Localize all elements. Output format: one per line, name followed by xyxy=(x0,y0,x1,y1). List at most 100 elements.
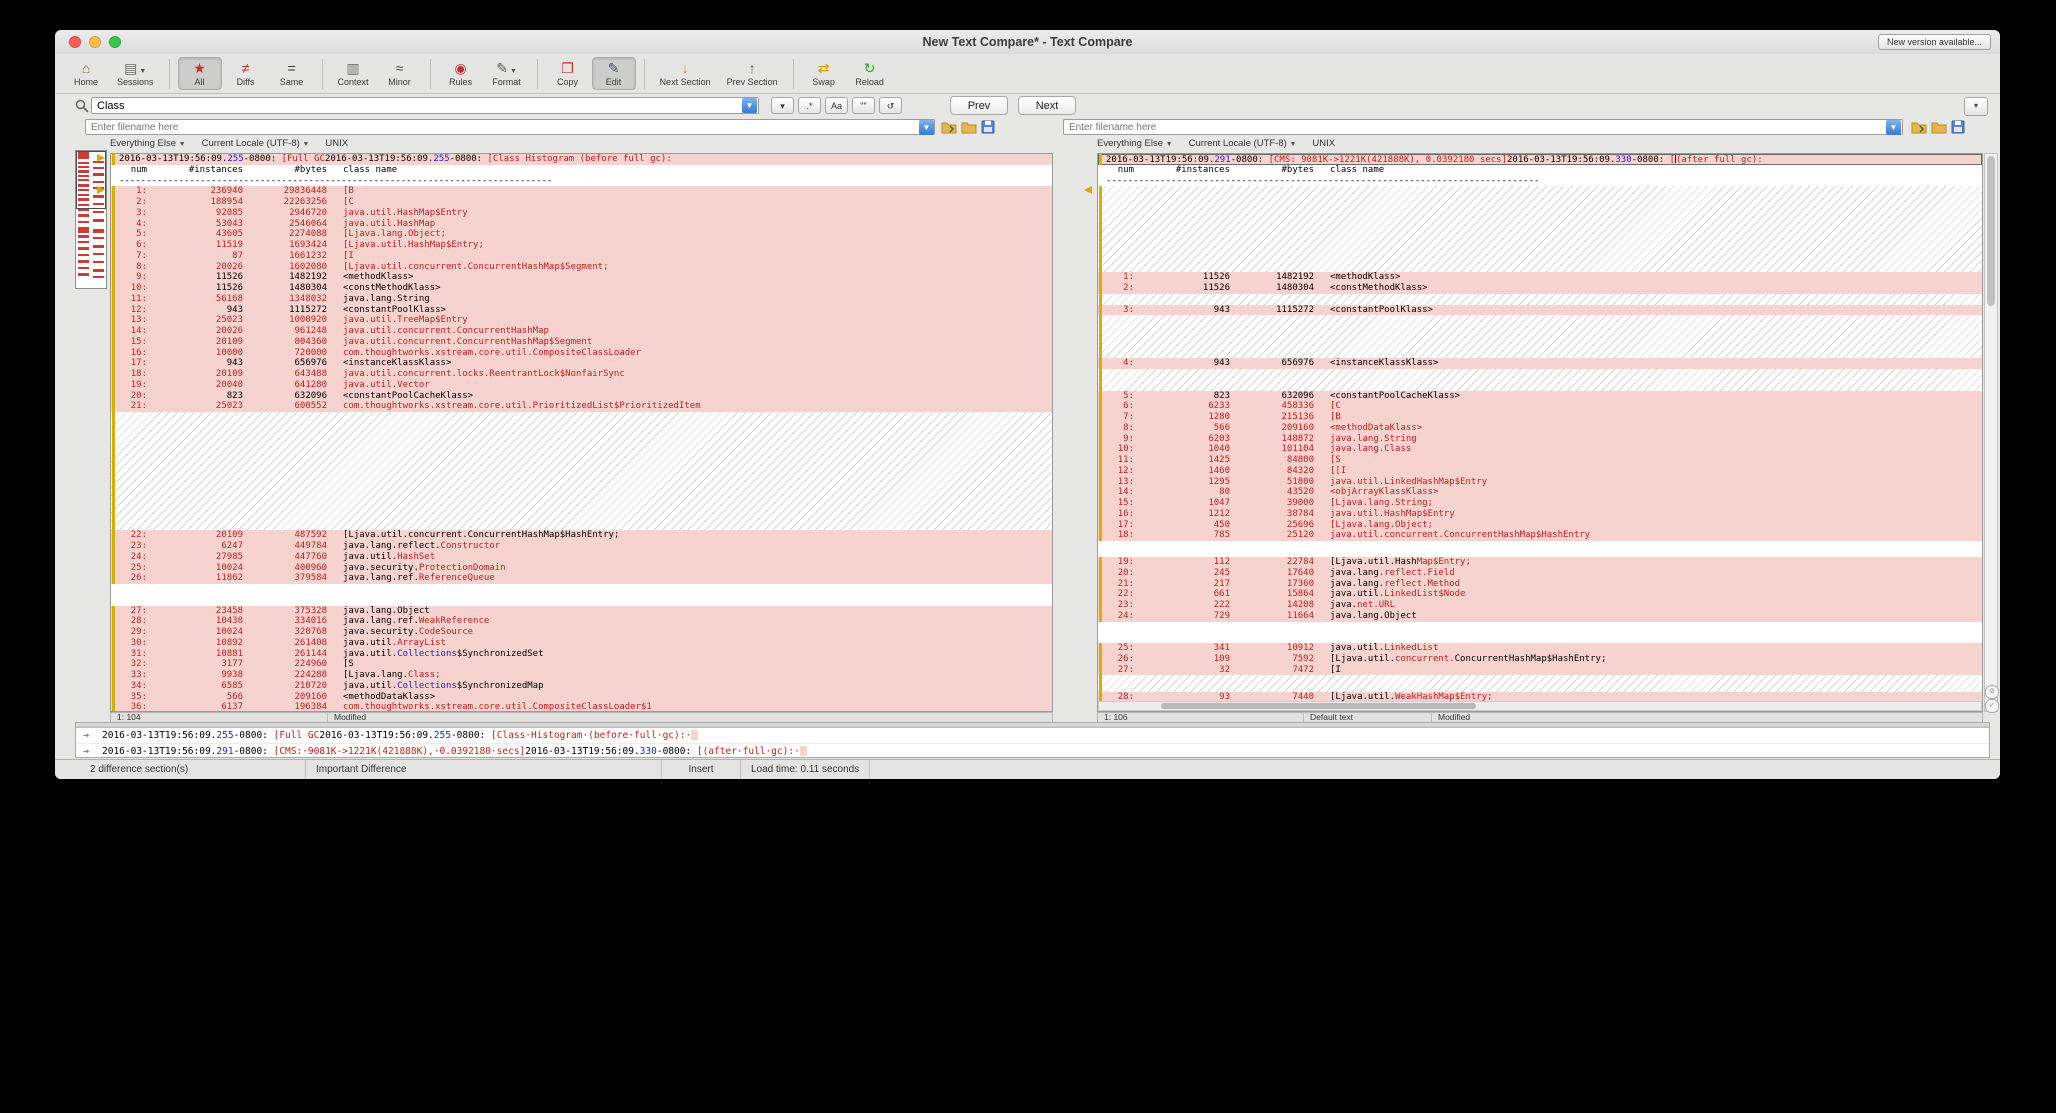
histogram-row[interactable]: 13: 1295 51800 java.util.LinkedHashMap$Entr… xyxy=(1098,476,1982,488)
left-line-ending-menu[interactable]: UNIX xyxy=(325,138,348,149)
search-expander-button[interactable]: ▾ xyxy=(1964,97,1988,116)
histogram-row[interactable]: 36: 6137 196384 com.thoughtworks.xstream.co… xyxy=(111,702,1052,711)
histogram-row[interactable]: 1: 236940 29836448 [B xyxy=(111,186,1052,197)
search-option-button[interactable]: ▾ xyxy=(771,97,794,114)
histogram-row[interactable]: 22: 20109 487592 [Ljava.util.concurrent.Con… xyxy=(111,530,1052,541)
histogram-row[interactable]: 2: 11526 1480304 <constMethodKlass> xyxy=(1098,283,1982,294)
histogram-row[interactable]: 19: 20040 641280 java.util.Vector xyxy=(111,379,1052,391)
toolbar-edit-button[interactable]: ✎ Edit xyxy=(591,57,636,90)
toolbar-format-button[interactable]: ✎ ▼ Format xyxy=(485,57,529,90)
search-history-dropdown[interactable]: ▼ xyxy=(742,98,757,113)
find-next-button[interactable]: Next xyxy=(1018,96,1076,115)
histogram-row[interactable]: 18: 785 25120 java.util.concurrent.Concurre… xyxy=(1098,530,1982,541)
update-available-button[interactable]: New version available... xyxy=(1877,34,1991,50)
text-line[interactable]: ----------------------------------------… xyxy=(111,176,1052,187)
histogram-row[interactable]: 12: 943 1115272 <constantPoolKlass> xyxy=(111,304,1052,316)
right-filename-dropdown[interactable]: ▼ xyxy=(1886,120,1901,135)
search-input[interactable] xyxy=(91,97,759,114)
histogram-row[interactable]: 25: 10024 400960 java.security.ProtectionDo… xyxy=(111,562,1052,574)
vertical-scrollbar-thumb[interactable] xyxy=(1987,156,1995,306)
toolbar-all-button[interactable]: ★ All xyxy=(177,57,222,90)
toolbar-same-button[interactable]: = Same xyxy=(270,57,314,90)
histogram-row[interactable]: 6: 6233 458336 [C xyxy=(1098,401,1982,412)
toolbar-next-section-button[interactable]: ↓ Next Section xyxy=(653,57,718,90)
toolbar-copy-button[interactable]: ❐ Copy xyxy=(546,57,590,90)
histogram-row[interactable]: 13: 25023 1000920 java.util.TreeMap$Entry xyxy=(111,315,1052,326)
histogram-row[interactable]: 27: 23458 375328 java.lang.Object xyxy=(111,605,1052,617)
find-prev-button[interactable]: Prev xyxy=(950,96,1008,115)
histogram-row[interactable]: 23: 6247 449784 java.lang.reflect.Construct… xyxy=(111,541,1052,552)
histogram-row[interactable]: 3: 943 1115272 <constantPoolKlass> xyxy=(1098,304,1982,316)
histogram-row[interactable]: 26: 109 7592 [Ljava.util.concurrent.Concurr… xyxy=(1098,653,1982,665)
histogram-row[interactable]: 16: 10000 720000 com.thoughtworks.xstream.c… xyxy=(111,347,1052,359)
histogram-row[interactable]: 9: 6203 148872 java.lang.String xyxy=(1098,433,1982,445)
left-folder-icon[interactable] xyxy=(961,120,977,134)
histogram-row[interactable]: 28: 10438 334016 java.lang.ref.WeakReferenc… xyxy=(111,616,1052,627)
right-pane-editor[interactable]: 2016-03-13T19:56:09.291-0800: [CMS: 9081… xyxy=(1097,153,1983,712)
histogram-row[interactable]: 31: 10881 261144 java.util.Collections$Sync… xyxy=(111,648,1052,660)
histogram-row[interactable]: 7: 87 1661232 [I xyxy=(111,250,1052,262)
toolbar-prev-section-button[interactable]: ↑ Prev Section xyxy=(720,57,785,90)
histogram-row[interactable]: 8: 20026 1602080 [Ljava.util.concurrent.Con… xyxy=(111,261,1052,273)
left-filename-dropdown[interactable]: ▼ xyxy=(919,120,934,135)
right-filename-input[interactable] xyxy=(1063,119,1903,135)
toolbar-diffs-button[interactable]: ≠ Diffs xyxy=(224,57,268,90)
histogram-row[interactable]: 3: 92085 2946720 java.util.HashMap$Entry xyxy=(111,207,1052,219)
toolbar-minor-button[interactable]: ≈ Minor xyxy=(378,57,422,90)
title-bar[interactable]: New Text Compare* - Text Compare New ver… xyxy=(55,30,2000,55)
histogram-row[interactable]: 12: 1460 84320 [[I xyxy=(1098,465,1982,477)
vertical-scrollbar[interactable]: ⊘ ✓ xyxy=(1984,153,1999,713)
ignore-toggle-icon[interactable]: ⊘ xyxy=(1985,685,1999,699)
histogram-row[interactable]: 4: 53043 2546064 java.util.HashMap xyxy=(111,218,1052,230)
histogram-row[interactable]: 33: 9938 224288 [Ljava.lang.Class; xyxy=(111,670,1052,681)
histogram-row[interactable]: 5: 823 632096 <constantPoolCacheKlass> xyxy=(1098,390,1982,402)
histogram-row[interactable]: 23: 222 14208 java.net.URL xyxy=(1098,600,1982,611)
histogram-row[interactable]: 26: 11862 379584 java.lang.ref.ReferenceQue… xyxy=(111,573,1052,584)
left-encoding-menu[interactable]: Current Locale (UTF-8) ▼ xyxy=(202,138,310,149)
histogram-row[interactable]: 34: 6585 210720 java.util.Collections$Synch… xyxy=(111,680,1052,692)
histogram-row[interactable]: 2: 188954 22263256 [C xyxy=(111,197,1052,208)
accept-toggle-icon[interactable]: ✓ xyxy=(1985,699,1999,713)
text-line[interactable]: ----------------------------------------… xyxy=(1098,176,1982,187)
right-browse-folder-icon[interactable] xyxy=(1911,120,1927,134)
search-option-button[interactable]: ↺ xyxy=(879,97,902,114)
histogram-row[interactable]: 20: 245 17640 java.lang.reflect.Field xyxy=(1098,567,1982,579)
text-line[interactable]: 2016-03-13T19:56:09.291-0800: [CMS: 9081… xyxy=(1098,154,1982,165)
histogram-row[interactable]: 6: 11519 1693424 [Ljava.util.HashMap$Entry; xyxy=(111,240,1052,251)
histogram-row[interactable]: 15: 1047 39000 [Ljava.lang.String; xyxy=(1098,498,1982,509)
text-line[interactable]: 2016-03-13T19:56:09.255-0800: [Full GC20… xyxy=(111,154,1052,165)
histogram-row[interactable]: 11: 1425 84800 [S xyxy=(1098,455,1982,466)
histogram-row[interactable]: 32: 3177 224960 [S xyxy=(111,659,1052,670)
search-option-button[interactable]: "" xyxy=(852,97,875,114)
histogram-row[interactable]: 27: 32 7472 [I xyxy=(1098,664,1982,676)
histogram-row[interactable]: 18: 20109 643488 java.util.concurrent.locks… xyxy=(111,369,1052,380)
toolbar-home-button[interactable]: ⌂ Home xyxy=(64,57,108,90)
toolbar-context-button[interactable]: ▥ Context xyxy=(331,57,376,90)
histogram-row[interactable]: 29: 10024 320768 java.security.CodeSource xyxy=(111,627,1052,638)
histogram-row[interactable]: 17: 450 25696 [Ljava.lang.Object; xyxy=(1098,519,1982,531)
diff-map[interactable] xyxy=(75,150,107,289)
right-line-ending-menu[interactable]: UNIX xyxy=(1312,138,1335,149)
histogram-row[interactable]: 9: 11526 1482192 <methodKlass> xyxy=(111,272,1052,283)
right-save-icon[interactable] xyxy=(1951,120,1967,134)
search-option-button[interactable]: Aa xyxy=(825,97,848,114)
toolbar-sessions-button[interactable]: ▤ ▼ Sessions xyxy=(110,57,161,90)
histogram-row[interactable]: 16: 1212 38784 java.util.HashMap$Entry xyxy=(1098,508,1982,520)
histogram-row[interactable]: 14: 20026 961248 java.util.concurrent.Concu… xyxy=(111,326,1052,337)
histogram-row[interactable]: 20: 823 632096 <constantPoolCacheKlass> xyxy=(111,390,1052,402)
right-encoding-menu[interactable]: Current Locale (UTF-8) ▼ xyxy=(1189,138,1297,149)
left-browse-folder-icon[interactable] xyxy=(941,120,957,134)
histogram-row[interactable]: 24: 729 11664 java.lang.Object xyxy=(1098,610,1982,622)
left-filename-input[interactable] xyxy=(85,119,935,135)
histogram-row[interactable]: 30: 10892 261408 java.util.ArrayList xyxy=(111,637,1052,649)
right-folder-icon[interactable] xyxy=(1931,120,1947,134)
toolbar-swap-button[interactable]: ⇄ Swap xyxy=(802,57,846,90)
left-save-icon[interactable] xyxy=(981,120,997,134)
histogram-row[interactable]: 19: 112 22784 [Ljava.util.HashMap$Entry; xyxy=(1098,557,1982,568)
histogram-row[interactable]: 25: 341 10912 java.util.LinkedList xyxy=(1098,643,1982,654)
histogram-row[interactable]: 35: 566 209160 <methodDataKlass> xyxy=(111,691,1052,703)
histogram-row[interactable]: 15: 20109 804360 java.util.concurrent.Concu… xyxy=(111,336,1052,348)
horizontal-scrollbar[interactable] xyxy=(1098,701,1982,711)
left-filter-menu[interactable]: Everything Else ▼ xyxy=(110,138,186,149)
histogram-row[interactable]: 21: 25023 600552 com.thoughtworks.xstream.c… xyxy=(111,401,1052,412)
